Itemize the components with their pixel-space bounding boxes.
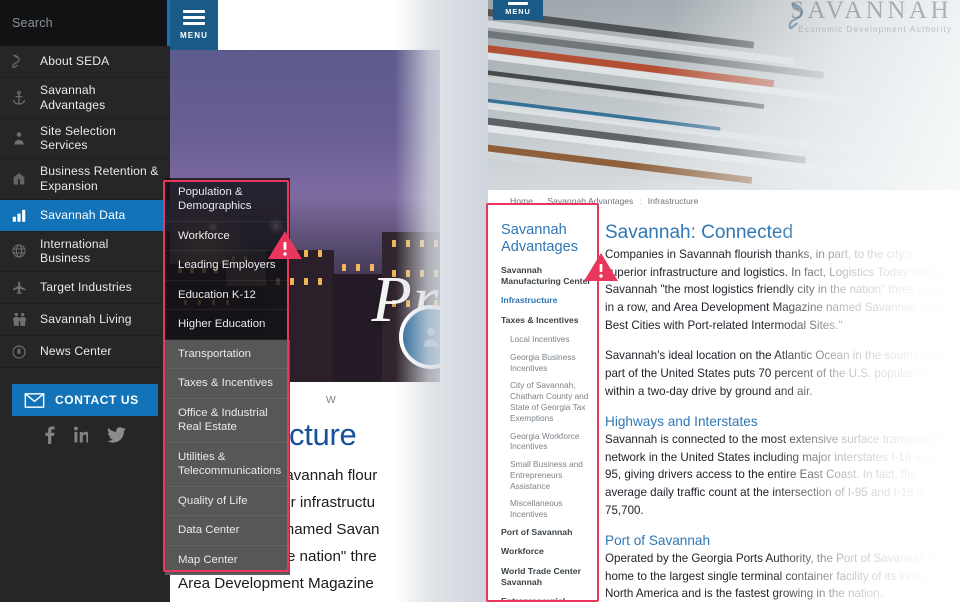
menu-button[interactable]: MENU — [493, 0, 543, 20]
tab-workforce[interactable]: W — [326, 394, 336, 406]
aside-item-tax-exemptions[interactable]: City of Savannah, Chatham County and Sta… — [510, 380, 596, 423]
bar-chart-icon — [8, 205, 30, 226]
menu-button[interactable]: MENU — [170, 0, 218, 50]
sidebar-item-label: News Center — [40, 344, 112, 359]
aside-item-small-business-assistance[interactable]: Small Business and Entrepreneurs Assista… — [510, 459, 596, 491]
submenu-item-taxes-incentives[interactable]: Taxes & Incentives — [165, 369, 290, 399]
submenu-item-data-center[interactable]: Data Center — [165, 516, 290, 546]
sidebar-item-label: Business Retention & Expansion — [40, 164, 159, 193]
submenu-item-population-demographics[interactable]: Population & Demographics — [165, 178, 290, 222]
search-input[interactable] — [12, 16, 173, 30]
people-icon — [8, 309, 30, 330]
aside-item-entrepreneurial-ecosystem[interactable]: Entrepreneurial Ecosystem — [501, 596, 596, 602]
annotation-marker-right — [584, 253, 618, 281]
article-heading-highways: Highways and Interstates — [605, 413, 758, 429]
sidebar-item-savannah-advantages[interactable]: Savannah Advantages — [0, 78, 170, 119]
aside-item-taxes-incentives[interactable]: Taxes & Incentives — [501, 315, 596, 326]
hamburger-icon — [183, 10, 205, 13]
article-content: Savannah: Connected Companies in Savanna… — [605, 222, 960, 602]
sidebar-item-site-selection-services[interactable]: Site Selection Services — [0, 119, 170, 159]
breadcrumb-item-savannah-advantages[interactable]: Savannah Advantages — [547, 196, 633, 206]
seda-swoosh-icon — [8, 51, 30, 72]
sidebar-item-label: Savannah Living — [40, 312, 132, 327]
aside-item-georgia-workforce-incentives[interactable]: Georgia Workforce Incentives — [510, 431, 596, 453]
logo-name: SAVANNAH — [790, 0, 952, 24]
submenu-item-map-center[interactable]: Map Center — [165, 545, 290, 576]
right-hero-image: SAVANNAH Economic Development Authority … — [485, 0, 960, 190]
screenshot-stage: Pro Infrastructure W Infrastructure Comp… — [0, 0, 960, 602]
sidebar-item-label: About SEDA — [40, 54, 110, 69]
sidebar-item-label: Site Selection Services — [40, 123, 117, 153]
aside-item-savannah-manufacturing-center[interactable]: Savannah Manufacturing Center — [501, 265, 596, 288]
anchor-icon — [8, 87, 30, 108]
submenu-item-transportation[interactable]: Transportation — [165, 339, 290, 370]
hamburger-icon — [183, 22, 205, 25]
contact-us-label: CONTACT US — [55, 393, 139, 407]
sidebar-item-label: Savannah Advantages — [40, 83, 106, 112]
article-paragraph-highways: Savannah is connected to the most extens… — [605, 432, 954, 517]
article-heading-connected: Savannah: Connected — [605, 222, 794, 243]
airplane-icon — [8, 277, 30, 298]
aside-item-port-of-savannah[interactable]: Port of Savannah — [501, 527, 596, 538]
annotation-marker-left — [268, 231, 302, 259]
sidebar-item-savannah-living[interactable]: Savannah Living — [0, 304, 170, 336]
linkedin-icon[interactable] — [74, 426, 88, 444]
site-logo[interactable]: SAVANNAH Economic Development Authority — [790, 0, 952, 34]
breadcrumb-item-infrastructure[interactable]: Infrastructure — [648, 196, 699, 206]
sidebar-item-news-center[interactable]: News Center — [0, 336, 170, 368]
article-paragraph-port: Operated by the Georgia Ports Authority,… — [605, 551, 938, 601]
facebook-icon[interactable] — [44, 426, 55, 444]
menu-button-label: MENU — [180, 31, 208, 40]
aside-item-world-trade-center-savannah[interactable]: World Trade Center Savannah — [501, 566, 596, 589]
submenu-item-office-industrial-real-estate[interactable]: Office & Industrial Real Estate — [165, 398, 290, 443]
aside-title: Savannah Advantages — [501, 222, 579, 255]
hamburger-icon — [183, 16, 205, 19]
aside-item-miscellaneous-incentives[interactable]: Miscellaneous Incentives — [510, 498, 596, 520]
menu-button-label: MENU — [505, 7, 531, 16]
microphone-icon — [8, 341, 30, 362]
globe-icon — [8, 241, 30, 262]
logo-tagline: Economic Development Authority — [798, 25, 952, 34]
sidebar-item-about-seda[interactable]: About SEDA — [0, 46, 170, 78]
aside-item-workforce[interactable]: Workforce — [501, 546, 596, 557]
search-bar[interactable] — [0, 0, 190, 46]
submenu-item-higher-education[interactable]: Higher Education — [165, 310, 290, 340]
envelope-icon — [24, 392, 45, 408]
breadcrumb-separator: : — [639, 196, 642, 206]
breadcrumb: Home : Savannah Advantages : Infrastruct… — [485, 190, 960, 212]
aside-item-infrastructure[interactable]: Infrastructure — [501, 295, 596, 306]
paragraph-line: 5 for Best Cities with Port-rela — [178, 597, 455, 602]
article-paragraph-connected: Companies in Savannah flourish thanks, i… — [605, 247, 950, 332]
sidebar-item-savannah-data[interactable]: Savannah Data — [0, 199, 170, 232]
person-icon — [8, 128, 30, 149]
sidebar-item-label: International Business — [40, 236, 109, 266]
article-heading-port: Port of Savannah — [605, 532, 711, 548]
breadcrumb-item-home[interactable]: Home — [510, 196, 533, 206]
aside-item-georgia-business-incentives[interactable]: Georgia Business Incentives — [510, 352, 596, 374]
contact-us-button[interactable]: CONTACT US — [12, 384, 158, 416]
sidebar-item-label: Target Industries — [40, 280, 132, 295]
sidebar-item-business-retention-expansion[interactable]: Business Retention & Expansion — [0, 159, 170, 200]
article-paragraph-location: Savannah's ideal location on the Atlanti… — [605, 349, 952, 398]
contact-section: CONTACT US — [0, 368, 170, 450]
left-panel-mobile-view: Pro Infrastructure W Infrastructure Comp… — [0, 0, 455, 602]
submenu-item-education-k12[interactable]: Education K-12 — [165, 280, 290, 311]
sidebar-item-international-business[interactable]: International Business — [0, 232, 170, 272]
sidebar-item-target-industries[interactable]: Target Industries — [0, 272, 170, 304]
submenu-item-quality-of-life[interactable]: Quality of Life — [165, 486, 290, 517]
right-panel-desktop-view: SAVANNAH Economic Development Authority … — [485, 0, 960, 602]
section-navigation-aside: Savannah Advantages Savannah Manufacturi… — [501, 222, 596, 602]
left-sidebar-nav: About SEDA Savannah Advantages Site — [0, 0, 190, 602]
hamburger-icon — [508, 2, 528, 5]
submenu-item-utilities-telecommunications[interactable]: Utilities & Telecommunications — [165, 442, 290, 487]
breadcrumb-separator: : — [538, 196, 542, 206]
building-icon — [8, 168, 30, 189]
panel-separator-gap — [440, 0, 488, 602]
social-links — [12, 416, 158, 444]
aside-item-local-incentives[interactable]: Local Incentives — [510, 334, 596, 345]
twitter-icon[interactable] — [107, 427, 126, 443]
sidebar-item-label: Savannah Data — [40, 207, 126, 222]
